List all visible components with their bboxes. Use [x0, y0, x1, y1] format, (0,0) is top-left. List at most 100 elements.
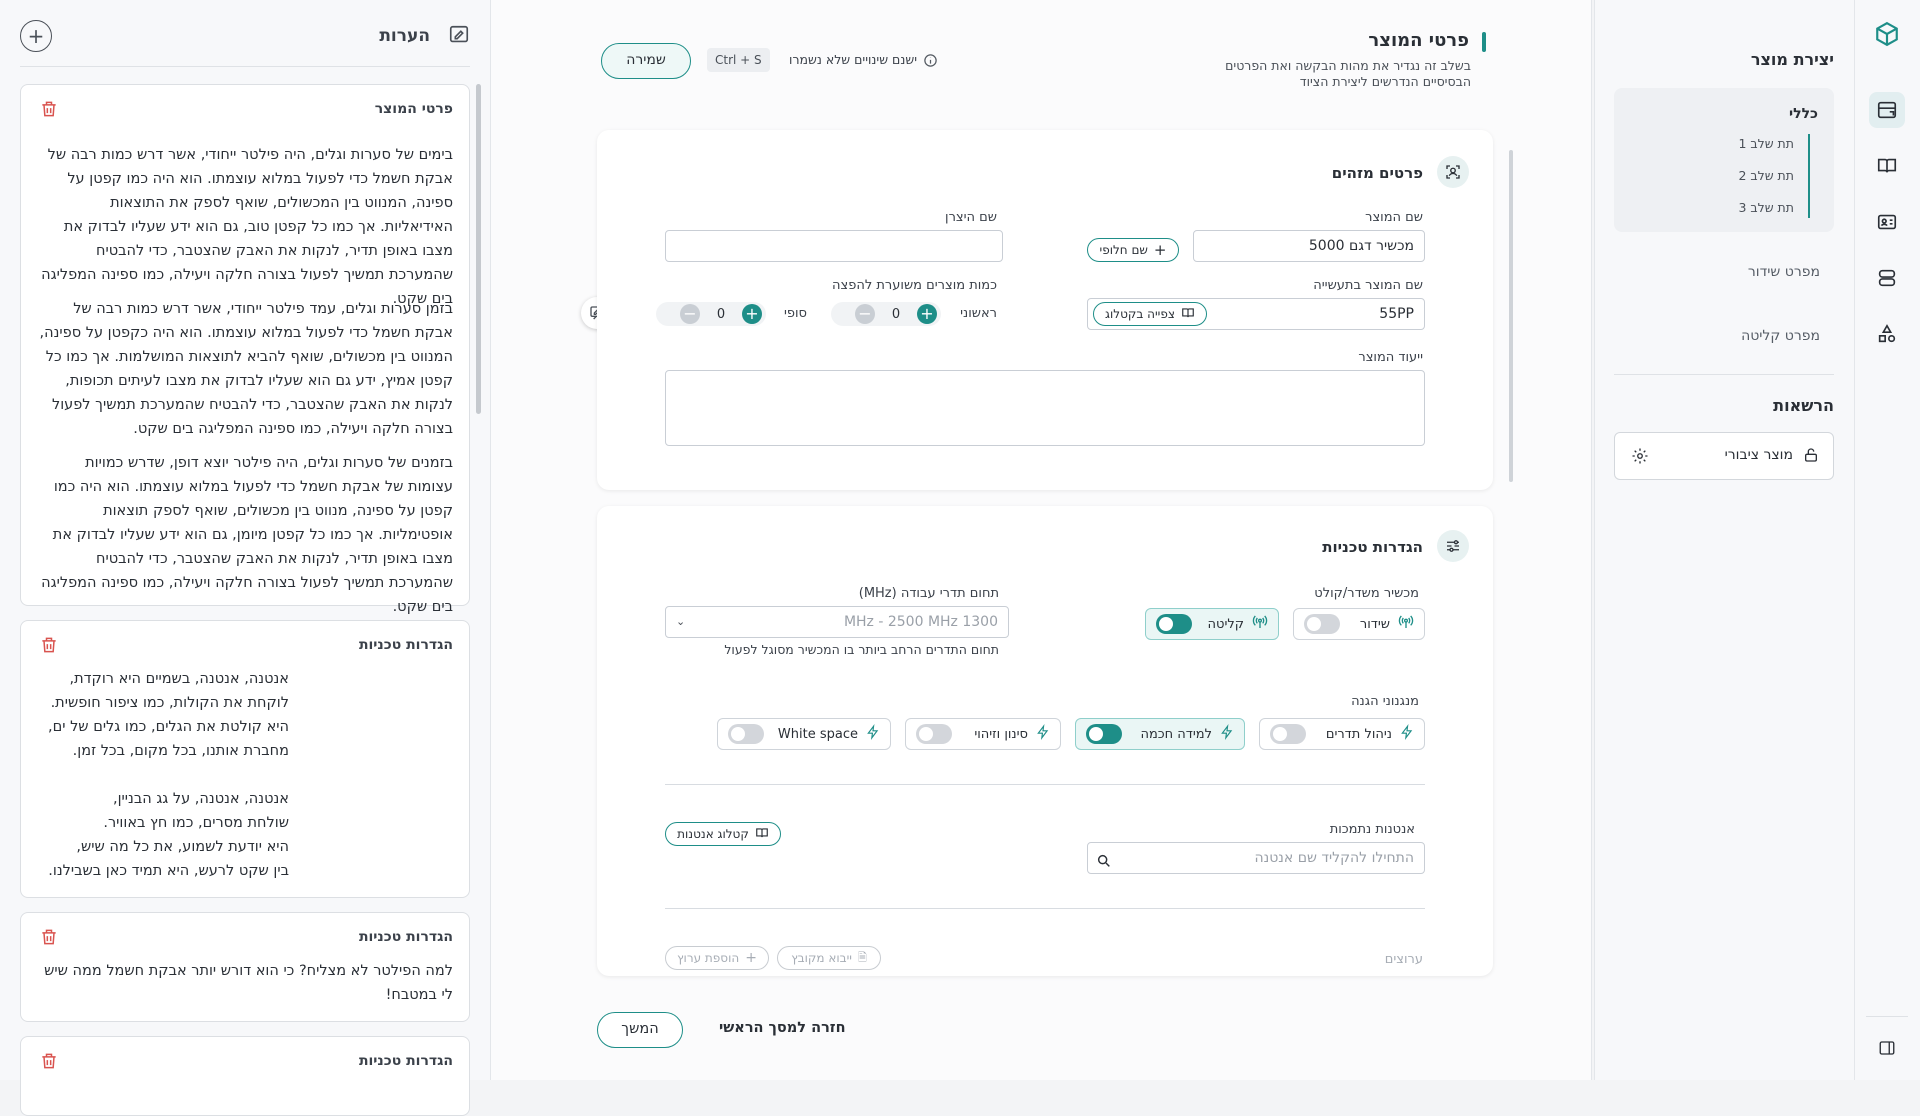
receive-label: קליטה [1207, 616, 1244, 632]
rail-id-card-icon[interactable] [1869, 204, 1905, 240]
view-catalog-button[interactable]: צפייה בקטלוג [1093, 302, 1207, 326]
main-content: פרטי המוצר בשלב זה נגדיר את מהות הבקשה ו… [490, 0, 1592, 1080]
save-button[interactable]: שמירה [601, 43, 691, 79]
collapse-sidebar-icon[interactable] [1869, 1030, 1905, 1066]
mechanism-switch[interactable] [1270, 724, 1306, 744]
mechanism-toggle[interactable]: למידה חכמה [1075, 718, 1245, 750]
rail-divider [1866, 1016, 1908, 1017]
increment-button[interactable]: + [742, 304, 762, 324]
rail-database-icon[interactable] [1869, 260, 1905, 296]
substep-line [1808, 134, 1810, 218]
manufacturer-field[interactable] [665, 230, 1003, 262]
decrement-button[interactable]: − [855, 304, 875, 324]
add-channel-button[interactable]: + הוספת ערוץ [665, 946, 769, 970]
import-file-label: ייבוא מקובץ [791, 951, 852, 965]
scan-icon [1437, 156, 1469, 188]
substep-item[interactable]: תת שלב 2 [1738, 168, 1794, 183]
note-text: למה הפילטר לא מצליח? כי הוא דורש יותר אב… [44, 963, 453, 1003]
mechanism-switch[interactable] [728, 724, 764, 744]
subtitle-line: הבסיסיים הנדרשים ליצירת הציוד [1299, 74, 1471, 89]
add-channel-label: הוספת ערוץ [677, 951, 740, 965]
alternate-name-label: שם חלופי [1099, 243, 1148, 257]
initial-quantity-value: 0 [891, 306, 901, 322]
receive-toggle[interactable]: קליטה [1145, 608, 1279, 640]
public-product-label: מוצר ציבורי [1724, 447, 1793, 463]
unlock-icon [1803, 447, 1819, 467]
mechanism-switch[interactable] [916, 724, 952, 744]
view-catalog-label: צפייה בקטלוג [1105, 307, 1175, 321]
delete-note-icon[interactable] [39, 1051, 59, 1075]
note-heading: הגדרות טכניות [358, 1053, 453, 1069]
alternate-name-button[interactable]: + שם חלופי [1087, 238, 1179, 262]
lightning-icon [1400, 724, 1414, 744]
mechanism-toggle[interactable]: סינון וזיהוי [905, 718, 1061, 750]
protection-label: מנגנוני הגנה [1351, 694, 1419, 709]
substep-item[interactable]: תת שלב 1 [1738, 136, 1794, 151]
note-card: הגדרות טכניות למה הפילטר לא מצליח? כי הו… [20, 912, 470, 1022]
antenna-search-input[interactable]: התחילו להקליד שם אנטנה [1087, 842, 1425, 874]
mechanism-toggle[interactable]: ניהול תדרים [1259, 718, 1425, 750]
title-accent-bar [1482, 32, 1486, 52]
notes-panel: + הערות פרטי המוצר בימים של סערות וגלים,… [0, 0, 490, 1116]
rail-shapes-icon[interactable] [1869, 316, 1905, 352]
catalog-book-icon [755, 826, 769, 843]
note-text: בזמנים של סערות וגלים, היה פילטר יוצא דו… [41, 455, 453, 615]
frequency-help-text: תחום התדרים הרחב ביותר בו המכשיר מסוגל ל… [724, 642, 999, 657]
delete-note-icon[interactable] [39, 635, 59, 659]
subtitle-line: בשלב זה נגדיר את מהות הבקשה ואת הפרטים [1225, 58, 1471, 73]
final-quantity-stepper[interactable]: + 0 − [656, 302, 766, 326]
notes-title: הערות [379, 26, 430, 46]
substep-item[interactable]: תת שלב 3 [1738, 200, 1794, 215]
transmit-toggle[interactable]: שידור [1293, 608, 1425, 640]
notes-icon [448, 24, 470, 50]
import-file-button[interactable]: 🗎 ייבוא מקובץ [777, 946, 881, 970]
initial-quantity-stepper[interactable]: + 0 − [831, 302, 941, 326]
increment-button[interactable]: + [917, 304, 937, 324]
back-to-main-link[interactable]: חזרה למסך הראשי [719, 1020, 846, 1036]
permissions-title: הרשאות [1773, 396, 1834, 415]
product-name-field[interactable]: מכשיר דגם 5000 [1193, 230, 1425, 262]
transmit-switch[interactable] [1304, 614, 1340, 634]
antenna-catalog-button[interactable]: קטלוג אנטנות [665, 822, 781, 846]
quantity-label: כמות מוצרים משוערת להפצה [832, 278, 997, 293]
delete-note-icon[interactable] [39, 99, 59, 123]
notes-scrollbar[interactable] [476, 84, 481, 414]
industry-name-label: שם המוצר בתעשייה [1313, 278, 1423, 293]
add-note-button[interactable]: + [20, 20, 52, 52]
rail-product-form-icon[interactable] [1869, 92, 1905, 128]
decrement-button[interactable]: − [680, 304, 700, 324]
app-logo-cube-icon[interactable] [1869, 16, 1905, 52]
mechanism-label: למידה חכמה [1140, 726, 1212, 742]
channels-label: ערוצים [1384, 952, 1423, 967]
initial-quantity-label: ראשוני [960, 306, 997, 321]
mechanism-label: סינון וזיהוי [974, 726, 1028, 742]
sliders-icon [1437, 530, 1469, 562]
purpose-textarea[interactable] [665, 370, 1425, 446]
nav-item-general[interactable]: כללי [1789, 106, 1818, 122]
note-card: פרטי המוצר בימים של סערות וגלים, היה פיל… [20, 84, 470, 615]
receive-switch[interactable] [1156, 614, 1192, 634]
mechanism-label: White space [777, 726, 858, 742]
nav-item-broadcast-spec[interactable]: מפרט שידור [1748, 264, 1820, 280]
mechanism-toggle[interactable]: White space [717, 718, 891, 750]
rail-book-icon[interactable] [1869, 148, 1905, 184]
continue-button[interactable]: המשך [597, 1012, 683, 1048]
nav-title: יצירת מוצר [1750, 50, 1834, 69]
steps-nav-panel: יצירת מוצר כללי תת שלב 1 תת שלב 2 תת שלב… [1594, 0, 1854, 1080]
delete-note-icon[interactable] [39, 927, 59, 951]
page-title: פרטי המוצר [1368, 30, 1469, 51]
content-scrollbar[interactable] [1509, 150, 1513, 482]
antennas-label: אנטנות נתמכות [1329, 822, 1415, 837]
frequency-select[interactable]: 1300 MHz - 2500 MHz ⌄ [665, 606, 1009, 638]
purpose-label: ייעוד המוצר [1358, 350, 1423, 365]
notes-divider [20, 66, 470, 67]
note-card: הגדרות טכניות אנטנה, אנטנה, בשמיים היא ר… [20, 620, 470, 898]
public-product-button[interactable]: מוצר ציבורי [1614, 432, 1834, 480]
lightning-icon [1036, 724, 1050, 744]
nav-item-receive-spec[interactable]: מפרט קליטה [1741, 328, 1820, 344]
gear-icon[interactable] [1631, 447, 1649, 469]
identifying-details-card: פרטים מזהים שם המוצר מכשיר דגם 5000 + שם… [597, 130, 1493, 490]
device-type-label: מכשיר משדר/קולט [1314, 586, 1419, 601]
steps-group: כללי תת שלב 1 תת שלב 2 תת שלב 3 [1614, 88, 1834, 232]
mechanism-switch[interactable] [1086, 724, 1122, 744]
